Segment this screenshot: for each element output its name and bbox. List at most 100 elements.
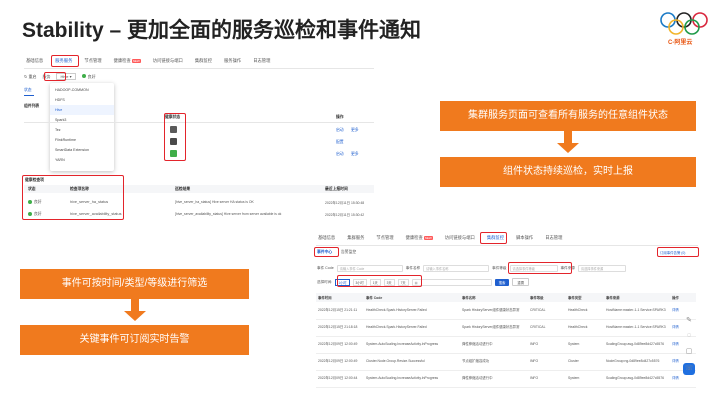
tab-cluster-service[interactable]: 集群服务 [345,233,366,243]
cell-type: HealthCheck [566,302,604,320]
subtab-status[interactable]: 状态 [24,88,32,93]
tab-node-management[interactable]: 节点管理 [82,56,103,66]
support-button[interactable]: ☏ [683,363,695,375]
health-row-time: 2022年12月11日 15:30:48 [325,201,365,205]
headset-icon: ☏ [684,365,694,372]
cell-level: INFO [528,370,566,388]
tab-health-check[interactable]: 健康检查 NEW [404,233,435,243]
dropdown-item[interactable]: HADOOP-COMMON [50,85,114,95]
cell-name: 弹性伸缩活动进行中 [460,370,528,388]
col-operation: 操作 [670,293,696,302]
start-link[interactable]: 启动 [336,128,344,133]
dropdown-item[interactable]: YARN [50,155,114,165]
tab-basic-info[interactable]: 基础信息 [316,233,337,243]
tab-node-management[interactable]: 节点管理 [374,233,395,243]
col-event-code: 事件 Code [364,293,460,302]
status-dot-icon [81,74,86,79]
tab-cluster-monitor[interactable]: 集群监控 [193,56,214,66]
dropdown-item[interactable]: FlinkRuntime [50,135,114,145]
cell-code: Cluster.Node.Group.Resize.Successful [364,353,460,371]
highlight-time-filter [337,275,422,287]
highlight-cluster-service-tab [51,55,79,67]
cell-level: INFO [528,336,566,354]
tab-script-ops[interactable]: 脚本操作 [514,233,535,243]
subtab-alert-monitor[interactable]: 告警监控 [341,250,356,255]
search-button[interactable]: 搜索 [494,278,510,286]
dropdown-item[interactable]: SmartData Extension [50,145,114,155]
col-event-level: 事件等级 [528,293,566,302]
cell-time: 2022年12月15日 21:21:11 [316,302,364,320]
event-source-select[interactable]: 请选择事件来源 [577,265,626,272]
edit-icon[interactable]: ✎ [686,316,692,324]
operation-col-header: 操作 [336,115,344,119]
logo-text: C-阿里云 [668,40,693,46]
cell-name: Spark HistoryServer组件健康状态异常 [460,319,528,337]
tab-service-ops[interactable]: 服务操作 [222,56,243,66]
cell-source: ScalingGroup:asg-0d89ee8d427c5576 [604,370,670,388]
cell-time: 2022年12月15日 21:18:18 [316,319,364,337]
cell-source: NodeGroup:ng-0d89ee8d427c5576 [604,353,670,371]
tab-access-links[interactable]: 访问链接与端口 [151,56,185,66]
tab-health-check[interactable]: 健康检查 NEW [112,56,143,66]
tab-basic-info[interactable]: 基础信息 [24,56,45,66]
service-status: 良好 [81,74,96,80]
restart-icon: ↻ [24,73,28,79]
health-row-result: [hive_server_ha_status] Hive server HA s… [175,200,254,204]
table-row: 2022年12月09日 12:00:44 System.AutoScaling.… [316,370,696,388]
event-code-label: 事件 Code [317,266,334,270]
dropdown-item[interactable]: Spark3 [50,115,114,125]
cell-code: HealthCheck.Spark.HistoryServer.Failed [364,319,460,337]
tab-access-links[interactable]: 访问链接与端口 [443,233,477,243]
event-filter-row: 事件 Code 请输入事件 Code 事件名称 请输入事件名称 事件等级 请选择… [317,265,626,272]
tab-log-management[interactable]: 日志管理 [251,56,272,66]
more-link[interactable]: 更多 [351,128,359,133]
highlight-service-select [44,72,66,81]
tabs-divider [316,245,698,246]
callout-arrow-icon [124,311,146,321]
service-dropdown: HADOOP-COMMON HDFS Hive Spark3 Tez Flink… [50,83,114,171]
slide-title: Stability – 更加全面的服务巡检和事件通知 [22,19,422,42]
event-code-input[interactable]: 请输入事件 Code [336,265,403,272]
cell-name: Spark HistoryServer组件健康状态异常 [460,302,528,320]
calendar-icon[interactable]: ▦ [411,278,492,286]
dropdown-item[interactable]: HDFS [50,95,114,105]
chevron-down-icon: ▾ [69,74,72,79]
feedback-icon[interactable]: ◌ [687,332,691,339]
tab-log-management[interactable]: 日志管理 [543,233,564,243]
cell-code: System.AutoScaling.IncreaseActivity.InPr… [364,336,460,354]
restart-button[interactable]: ↻ 重启 [24,74,36,80]
dropdown-item-selected[interactable]: Hive [50,105,114,115]
dropdown-item[interactable]: Tez [50,125,114,135]
event-center-screenshot: 基础信息 集群服务 节点管理 健康检查 NEW 访问链接与端口 集群监控 脚本操作… [312,227,702,397]
event-table: 事件时间 事件 Code 事件名称 事件等级 事件类型 事件来源 操作 2022… [316,293,696,388]
cell-level: INFO [528,353,566,371]
start-link[interactable]: 启动 [336,152,344,157]
cell-time: 2022年12月09日 12:00:44 [316,370,364,388]
highlight-health-status [164,113,186,161]
chat-icon[interactable]: ▢ [686,347,693,355]
cell-code: System.AutoScaling.IncreaseActivity.InPr… [364,370,460,388]
table-header-row: 事件时间 事件 Code 事件名称 事件等级 事件类型 事件来源 操作 [316,293,696,302]
health-col-time: 最近上报时间 [325,187,348,191]
component-list-title: 组件列表 [24,104,40,108]
tab-health-check-label: 健康检查 [405,235,423,240]
top-tabs: 基础信息 集群服务 节点管理 健康检查 NEW 访问链接与端口 集群监控 脚本操作… [316,231,564,245]
callout-event-filter: 事件可按时间/类型/等级进行筛选 [20,269,249,299]
config-link[interactable]: 配置 [336,140,344,145]
event-name-label: 事件名称 [405,266,421,270]
callout-continuous-inspection: 组件状态持续巡检，实时上报 [440,157,696,187]
reset-button[interactable]: 重置 [512,278,530,286]
cell-source: ScalingGroup:asg-0d89ee8d427c5576 [604,336,670,354]
new-badge: NEW [423,236,433,240]
table-row: 2022年12月09日 12:00:49 System.AutoScaling.… [316,336,696,354]
cell-time: 2022年12月09日 12:00:49 [316,353,364,371]
cell-source: HostName:master-1-1 Service:SPARK3 [604,302,670,320]
more-link[interactable]: 更多 [351,152,359,157]
cell-level: CRITICAL [528,302,566,320]
cell-name: 节点组扩缩容成功 [460,353,528,371]
event-name-input[interactable]: 请输入事件名称 [423,265,490,272]
event-level-label: 事件等级 [492,266,507,270]
health-row-result: [hive_server_availability_status] Hive s… [175,212,282,216]
new-badge: NEW [131,59,141,63]
cell-time: 2022年12月09日 12:00:49 [316,336,364,354]
